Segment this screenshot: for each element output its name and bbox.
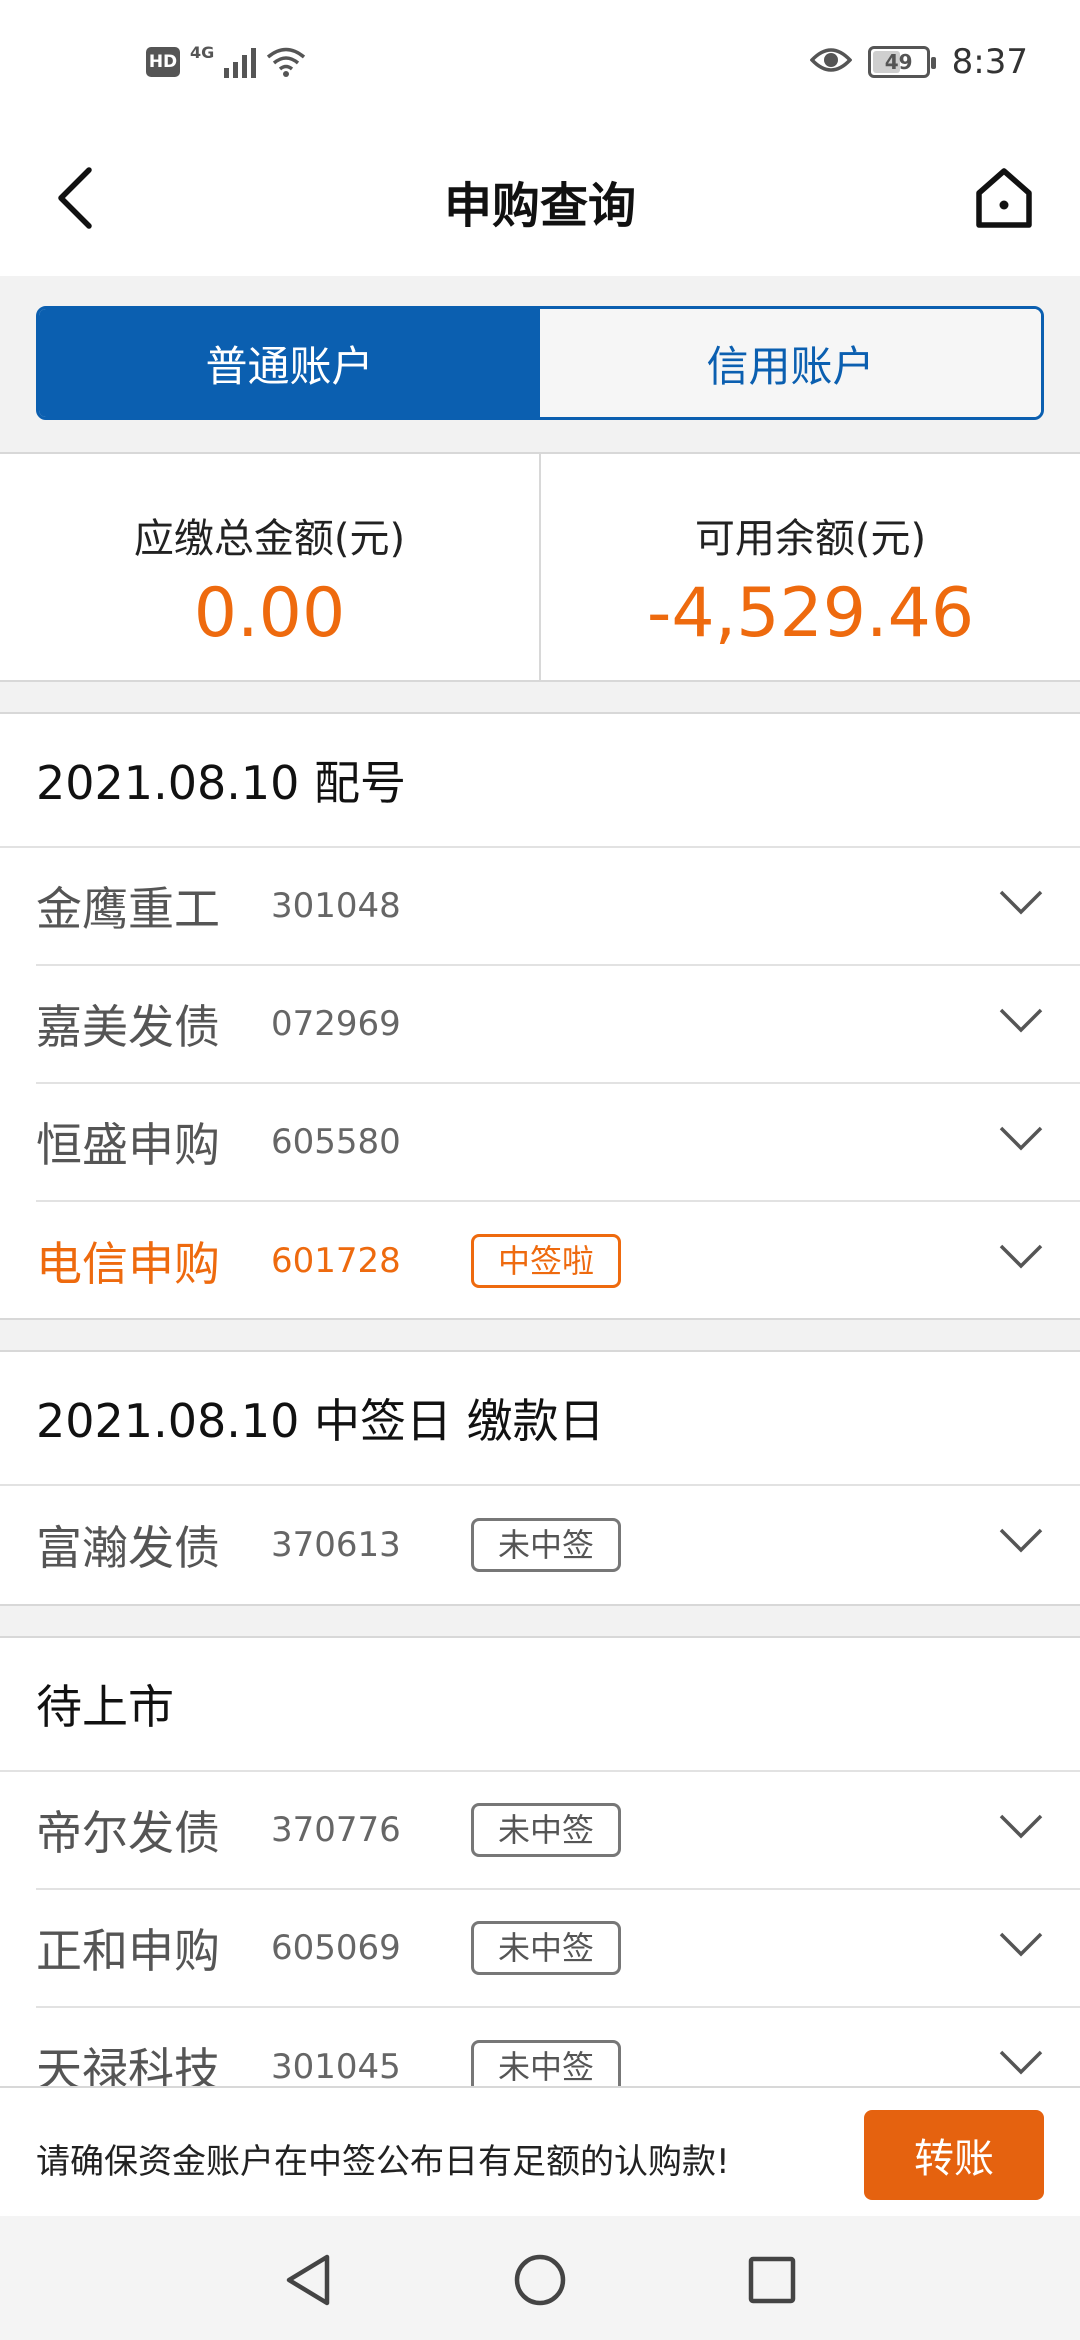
battery-icon: 49	[867, 46, 936, 78]
chevron-down-icon[interactable]	[998, 1242, 1044, 1272]
tab-normal-account[interactable]: 普通账户	[39, 309, 540, 417]
stock-code: 605580	[271, 1122, 401, 1162]
section-title: 2021.08.10 配号	[0, 714, 1080, 848]
signal-icon	[224, 46, 257, 78]
status-badge: 未中签	[471, 1518, 622, 1572]
chevron-down-icon[interactable]	[998, 1812, 1044, 1842]
stock-name: 金鹰重工	[36, 882, 220, 936]
chevron-down-icon[interactable]	[998, 1526, 1044, 1556]
stock-code: 301048	[271, 886, 401, 926]
page-title: 申购查询	[443, 178, 636, 234]
stock-name: 正和申购	[36, 1924, 220, 1978]
stock-name: 恒盛申购	[36, 1118, 220, 1172]
list-item[interactable]: 天禄科技 301045 未中签	[36, 2008, 1080, 2086]
stock-code: 601728	[271, 1241, 401, 1281]
network-type: 4G	[190, 42, 215, 62]
list-item[interactable]: 恒盛申购 605580	[36, 1084, 1080, 1202]
chevron-down-icon[interactable]	[998, 2048, 1044, 2078]
circle-home-icon	[514, 2254, 566, 2306]
available-balance-block: 可用余额(元) -4,529.46	[539, 454, 1080, 680]
section-title: 2021.08.10 中签日 缴款日	[0, 1352, 1080, 1486]
list-item[interactable]: 金鹰重工 301048	[36, 848, 1080, 966]
chevron-down-icon[interactable]	[998, 1930, 1044, 1960]
triangle-back-icon	[286, 2254, 330, 2306]
wifi-icon	[266, 46, 306, 78]
section-divider	[0, 1604, 1080, 1638]
notice-bar: 请确保资金账户在中签公布日有足额的认购款! 转账	[0, 2086, 1080, 2216]
status-bar: HD 4G 49 8:37	[0, 0, 1080, 130]
section-pending-listing: 待上市 帝尔发债 370776 未中签 正和申购 605069 未中签 天禄科技…	[0, 1638, 1080, 2086]
section-lottery-payment: 2021.08.10 中签日 缴款日 富瀚发债 370613 未中签	[0, 1352, 1080, 1604]
section-allotment: 2021.08.10 配号 金鹰重工 301048 嘉美发债 072969 恒盛…	[0, 714, 1080, 1320]
account-tabs: 普通账户 信用账户	[36, 306, 1044, 420]
status-badge: 中签啦	[471, 1234, 622, 1288]
tab-credit-account[interactable]: 信用账户	[540, 309, 1041, 417]
notice-text: 请确保资金账户在中签公布日有足额的认购款!	[36, 2142, 730, 2182]
battery-level: 49	[884, 50, 913, 74]
due-amount-value: 0.00	[193, 574, 346, 653]
app-header: 申购查询	[0, 130, 1080, 276]
stock-name: 天禄科技	[36, 2043, 220, 2086]
nav-recents-button[interactable]	[742, 2250, 802, 2310]
status-badge: 未中签	[471, 2040, 622, 2086]
nav-home-button[interactable]	[510, 2250, 570, 2310]
transfer-button[interactable]: 转账	[864, 2110, 1044, 2200]
nav-back-button[interactable]	[278, 2250, 338, 2310]
stock-name: 电信申购	[36, 1237, 220, 1291]
list-item[interactable]: 正和申购 605069 未中签	[36, 1890, 1080, 2008]
list-item[interactable]: 富瀚发债 370613 未中签	[36, 1486, 1080, 1604]
stock-code: 370613	[271, 1525, 401, 1565]
system-nav-bar	[0, 2216, 1080, 2340]
section-title: 待上市	[0, 1638, 1080, 1772]
stock-name: 帝尔发债	[36, 1806, 220, 1860]
status-right: 49 8:37	[809, 42, 1028, 82]
section-divider	[0, 682, 1080, 714]
section-divider	[0, 1318, 1080, 1352]
home-icon	[976, 168, 1032, 228]
hd-badge: HD	[146, 47, 180, 77]
due-amount-block: 应缴总金额(元) 0.00	[0, 454, 539, 680]
stock-name: 嘉美发债	[36, 1000, 220, 1054]
summary-panel: 应缴总金额(元) 0.00 可用余额(元) -4,529.46	[0, 452, 1080, 682]
stock-code: 605069	[271, 1928, 401, 1968]
chevron-down-icon[interactable]	[998, 888, 1044, 918]
chevron-down-icon[interactable]	[998, 1006, 1044, 1036]
stock-code: 301045	[271, 2047, 401, 2086]
available-balance-label: 可用余额(元)	[694, 516, 927, 562]
eye-icon	[809, 45, 853, 79]
list-item[interactable]: 嘉美发债 072969	[36, 966, 1080, 1084]
status-badge: 未中签	[471, 1921, 622, 1975]
status-left: HD 4G	[146, 42, 306, 78]
stock-code: 370776	[271, 1810, 401, 1850]
stock-name: 富瀚发债	[36, 1521, 220, 1575]
chevron-down-icon[interactable]	[998, 1124, 1044, 1154]
available-balance-value: -4,529.46	[646, 574, 975, 653]
list-item-winning[interactable]: 电信申购 601728 中签啦	[36, 1202, 1080, 1320]
due-amount-label: 应缴总金额(元)	[133, 516, 406, 562]
list-item[interactable]: 帝尔发债 370776 未中签	[36, 1772, 1080, 1890]
stock-code: 072969	[271, 1004, 401, 1044]
square-recents-icon	[748, 2256, 796, 2304]
clock: 8:37	[951, 42, 1028, 82]
home-button[interactable]	[964, 158, 1044, 238]
status-badge: 未中签	[471, 1803, 622, 1857]
